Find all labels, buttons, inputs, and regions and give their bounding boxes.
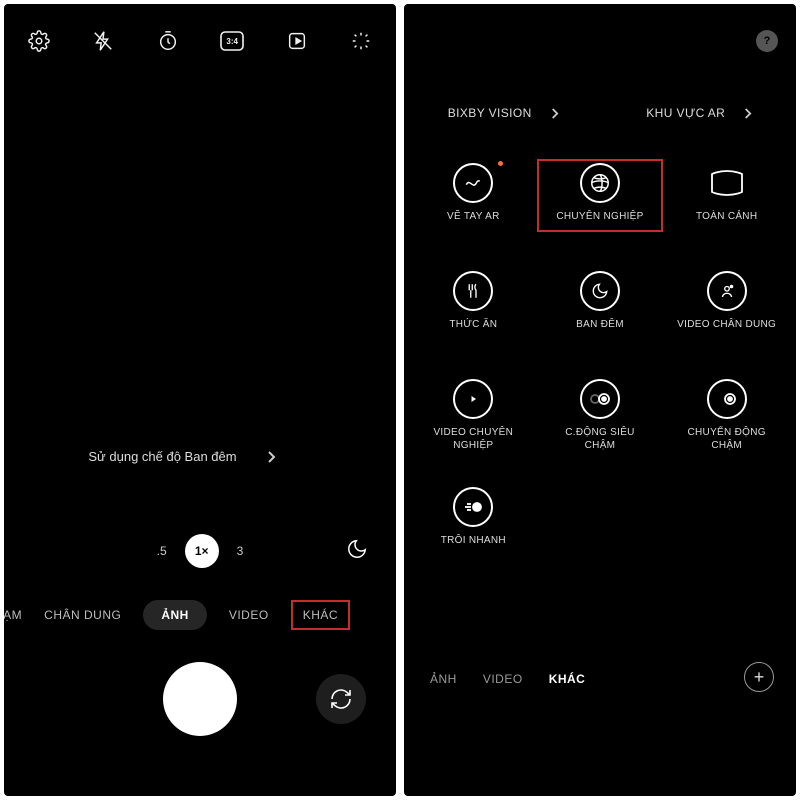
- aspect-ratio-icon[interactable]: 3:4: [219, 28, 245, 54]
- mode-night[interactable]: BAN ĐÊM: [537, 271, 664, 332]
- timer-icon[interactable]: [155, 28, 181, 54]
- motion-photo-icon[interactable]: [284, 28, 310, 54]
- help-icon[interactable]: ?: [756, 30, 778, 52]
- camera-screen: 3:4 Sử dụng chế độ Ban đêm .5 1× 3 HẠM C…: [4, 4, 396, 796]
- mode-ardoodle[interactable]: VẼ TAY AR: [410, 163, 537, 224]
- hyperlapse-icon: [453, 487, 493, 527]
- slowmo-icon: [707, 379, 747, 419]
- night-toggle-icon[interactable]: [346, 538, 368, 560]
- chevron-right-icon: [743, 107, 752, 120]
- super-slowmo-label: C.ĐỘNG SIÊU CHẬM: [550, 427, 650, 452]
- zoom-1x[interactable]: 1×: [185, 534, 219, 568]
- hyperlapse-label: TRÔI NHANH: [441, 535, 506, 548]
- rmode-photo[interactable]: ẢNH: [430, 672, 457, 686]
- zoom-tele[interactable]: 3: [237, 544, 244, 558]
- chevron-right-icon: [266, 450, 276, 464]
- night-hint-text: Sử dụng chế độ Ban đêm: [59, 449, 266, 464]
- mode-grid: VẼ TAY AR CHUYÊN NGHIỆP TOÀN CẢNH THỨC Ă…: [404, 149, 796, 646]
- mode-pro-highlighted[interactable]: CHUYÊN NGHIỆP: [537, 159, 664, 232]
- mode-portrait[interactable]: CHÂN DUNG: [44, 608, 121, 622]
- bixby-label: BIXBY VISION: [448, 106, 532, 120]
- mode-food[interactable]: THỨC ĂN: [410, 271, 537, 332]
- ardoodle-icon: [453, 163, 493, 203]
- night-label: BAN ĐÊM: [576, 319, 624, 332]
- mode-more-highlighted[interactable]: KHÁC: [291, 600, 350, 630]
- add-mode-button[interactable]: +: [744, 662, 774, 692]
- pro-video-label: VIDEO CHUYÊN NGHIỆP: [423, 427, 523, 452]
- mode-portrait-video[interactable]: VIDEO CHÂN DUNG: [663, 271, 790, 332]
- mode-pro-video[interactable]: VIDEO CHUYÊN NGHIỆP: [410, 379, 537, 452]
- food-icon: [453, 271, 493, 311]
- mode-hyperlapse[interactable]: TRÔI NHANH: [410, 487, 537, 548]
- ardoodle-label: VẼ TAY AR: [447, 211, 500, 224]
- shutter-button[interactable]: [163, 662, 237, 736]
- mode-truncated[interactable]: HẠM: [4, 608, 22, 622]
- aspect-ratio-label: 3:4: [226, 37, 238, 46]
- chevron-right-icon: [550, 107, 559, 120]
- mode-slowmo[interactable]: CHUYỂN ĐỘNG CHẬM: [663, 379, 790, 452]
- more-modes-screen: ? BIXBY VISION KHU VỰC AR VẼ TAY AR CHUY…: [404, 4, 796, 796]
- super-slowmo-icon: [580, 379, 620, 419]
- zoom-controls: .5 1× 3: [4, 534, 396, 568]
- arzone-label: KHU VỰC AR: [646, 106, 725, 120]
- filters-icon[interactable]: [348, 28, 374, 54]
- mode-panorama[interactable]: TOÀN CẢNH: [663, 163, 790, 224]
- rmode-video[interactable]: VIDEO: [483, 672, 523, 686]
- zoom-wide[interactable]: .5: [157, 544, 167, 558]
- night-icon: [580, 271, 620, 311]
- feature-links: BIXBY VISION KHU VỰC AR: [404, 106, 796, 120]
- mode-super-slowmo[interactable]: C.ĐỘNG SIÊU CHẬM: [537, 379, 664, 452]
- flash-off-icon[interactable]: [90, 28, 116, 54]
- food-label: THỨC ĂN: [449, 319, 497, 332]
- pro-video-icon: [453, 379, 493, 419]
- new-dot-icon: [498, 161, 503, 166]
- pro-label: CHUYÊN NGHIỆP: [556, 211, 643, 224]
- pro-icon: [580, 163, 620, 203]
- mode-strip-right[interactable]: ẢNH VIDEO KHÁC: [404, 672, 796, 686]
- flip-icon: [329, 687, 353, 711]
- switch-camera-button[interactable]: [316, 674, 366, 724]
- rmode-more-active[interactable]: KHÁC: [549, 672, 586, 686]
- mode-photo-active[interactable]: ẢNH: [143, 600, 207, 630]
- settings-icon[interactable]: [26, 28, 52, 54]
- panorama-label: TOÀN CẢNH: [696, 211, 757, 224]
- mode-video[interactable]: VIDEO: [229, 608, 269, 622]
- portrait-video-icon: [707, 271, 747, 311]
- slowmo-label: CHUYỂN ĐỘNG CHẬM: [677, 427, 777, 452]
- bixby-vision-link[interactable]: BIXBY VISION: [448, 106, 559, 120]
- panorama-icon: [707, 163, 747, 203]
- top-toolbar: 3:4: [4, 4, 396, 64]
- ar-zone-link[interactable]: KHU VỰC AR: [646, 106, 752, 120]
- mode-strip-left[interactable]: HẠM CHÂN DUNG ẢNH VIDEO KHÁC: [4, 600, 396, 630]
- portrait-video-label: VIDEO CHÂN DUNG: [677, 319, 776, 332]
- night-mode-suggestion[interactable]: Sử dụng chế độ Ban đêm: [59, 449, 276, 464]
